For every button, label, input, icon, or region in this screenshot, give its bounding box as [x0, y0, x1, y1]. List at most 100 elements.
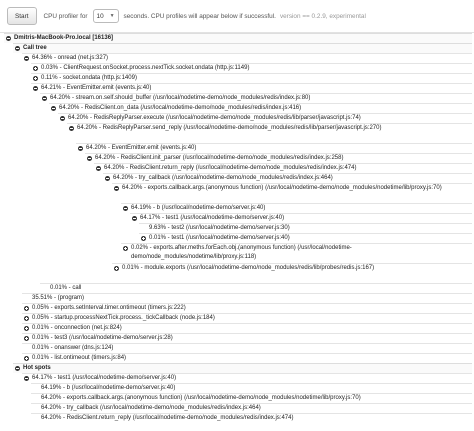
collapse-icon[interactable] — [69, 126, 74, 131]
tree-row-label: 64.20% - exports.callback.args.(anonymou… — [41, 395, 361, 401]
tree-row[interactable]: 0.01% - test1 (/usr/local/nodetime-demo/… — [139, 233, 472, 243]
tree-row[interactable]: 0.01% - test3 (/usr/local/nodetime-demo/… — [22, 333, 472, 343]
collapse-icon[interactable] — [96, 166, 101, 171]
tree-row-label: 64.20% - RedisReplyParser.execute (/usr/… — [68, 115, 361, 121]
profiler-toolbar: Start CPU profiler for 10 ▼ seconds. CPU… — [0, 0, 474, 33]
tree-row: 64.19% - b (/usr/local/nodetime-demo/ser… — [31, 383, 472, 393]
expand-icon[interactable] — [123, 246, 128, 251]
tree-row-label: Call tree — [23, 45, 47, 51]
tree-row[interactable]: 64.20% - RedisClient.on_data (/usr/local… — [49, 103, 472, 113]
tree-row[interactable]: 64.20% - RedisReplyParser.execute (/usr/… — [58, 113, 472, 123]
collapse-icon[interactable] — [15, 366, 20, 371]
tree-row-label: 35.51% - (program) — [32, 295, 85, 301]
tree-row-label: 64.36% - onread (net.js:327) — [32, 55, 109, 61]
tree-row-label: 64.20% - stream.on.self.should_buffer (/… — [50, 95, 311, 101]
collapse-icon[interactable] — [123, 206, 128, 211]
tree-row: 0.01% - onanswer (dns.js:124) — [22, 343, 472, 353]
tree-row[interactable]: 64.20% - RedisClient.return_reply (/usr/… — [94, 163, 472, 173]
tree-row: 9.63% - test2 (/usr/local/nodetime-demo/… — [139, 223, 472, 233]
collapse-icon[interactable] — [42, 96, 47, 101]
tree-row[interactable]: 0.01% - list.ontimeout (timers.js:84) — [22, 353, 472, 363]
expand-icon[interactable] — [24, 306, 29, 311]
duration-select[interactable]: 10 ▼ — [92, 9, 119, 23]
tree-row[interactable]: 64.20% - exports.callback.args.(anonymou… — [112, 183, 472, 203]
tree-row-label: 64.20% - try_callback (/usr/local/nodeti… — [113, 175, 333, 181]
tree-row-label: 0.11% - socket.ondata (http.js:1409) — [41, 75, 137, 81]
tree-row-label: 0.05% - startup.processNextTick.process.… — [32, 315, 215, 321]
collapse-icon[interactable] — [24, 56, 29, 61]
tree-row-label: 64.20% - RedisReplyParser.send_reply (/u… — [77, 125, 382, 131]
collapse-icon[interactable] — [132, 216, 137, 221]
tree-row[interactable]: 64.20% - stream.on.self.should_buffer (/… — [40, 93, 472, 103]
tree-row-label: 64.17% - test1 (/usr/local/nodetime-demo… — [140, 215, 285, 221]
tree-row: 64.20% - RedisClient.return_reply (/usr/… — [31, 413, 472, 423]
tree-row-label: 0.01% - test1 (/usr/local/nodetime-demo/… — [149, 235, 290, 241]
collapse-icon[interactable] — [33, 86, 38, 91]
collapse-icon[interactable] — [6, 36, 11, 41]
tree-section-header[interactable]: Hot spots — [13, 363, 472, 373]
expand-icon[interactable] — [33, 66, 38, 71]
expand-icon[interactable] — [114, 266, 119, 271]
tree-row[interactable]: 64.21% - EventEmitter.emit (events.js:40… — [31, 83, 472, 93]
expand-icon[interactable] — [24, 326, 29, 331]
tree-row[interactable]: 64.20% - RedisReplyParser.send_reply (/u… — [67, 123, 472, 143]
tree-row[interactable]: 0.11% - socket.ondata (http.js:1409) — [31, 73, 472, 83]
chevron-down-icon: ▼ — [109, 13, 115, 19]
tree-row-label: 64.21% - EventEmitter.emit (events.js:40… — [41, 85, 152, 91]
tree-row-label: 0.01% - onanswer (dns.js:124) — [32, 345, 114, 351]
tree-row: 64.20% - try_callback (/usr/local/nodeti… — [31, 403, 472, 413]
tree-row[interactable]: 0.01% - module.exports (/usr/local/nodet… — [112, 263, 472, 283]
tree-row[interactable]: 64.20% - RedisClient.init_parser (/usr/l… — [85, 153, 472, 163]
profile-prefix-label: CPU profiler for — [43, 12, 88, 20]
tree-row-label: 64.20% - exports.callback.args.(anonymou… — [122, 185, 442, 191]
tree-section-header[interactable]: Call tree — [13, 43, 472, 53]
collapse-icon[interactable] — [24, 376, 29, 381]
tree-row-label: 64.20% - RedisClient.return_reply (/usr/… — [41, 415, 294, 421]
expand-icon[interactable] — [33, 76, 38, 81]
tree-row-label: Dmitris-MacBook-Pro.local [16136] — [14, 35, 114, 41]
tree-row-label: 64.20% - EventEmitter.emit (events.js:40… — [86, 145, 197, 151]
collapse-icon[interactable] — [51, 106, 56, 111]
tree-row-label: 64.19% - b (/usr/local/nodetime-demo/ser… — [131, 205, 266, 211]
collapse-icon[interactable] — [60, 116, 65, 121]
start-button[interactable]: Start — [7, 7, 37, 25]
tree-row-label: 0.01% - onconnection (net.js:824) — [32, 325, 122, 331]
tree-row[interactable]: 64.36% - onread (net.js:327) — [22, 53, 472, 63]
tree-row[interactable]: 0.03% - ClientRequest.onSocket.process.n… — [31, 63, 472, 73]
collapse-icon[interactable] — [15, 46, 20, 51]
tree-row: 64.20% - exports.callback.args.(anonymou… — [31, 393, 472, 403]
tree-row-label: 64.20% - RedisClient.init_parser (/usr/l… — [95, 155, 344, 161]
tree-row-label: 9.63% - test2 (/usr/local/nodetime-demo/… — [149, 225, 290, 231]
tree-row[interactable]: 0.02% - exports.after.meths.forEach.obj.… — [121, 243, 472, 263]
tree-row-label: 0.01% - call — [50, 285, 82, 291]
collapse-icon[interactable] — [78, 146, 83, 151]
expand-icon[interactable] — [24, 316, 29, 321]
tree-row[interactable]: 0.05% - startup.processNextTick.process.… — [22, 313, 472, 323]
tree-row: 0.01% - call — [40, 283, 472, 293]
tree-row-label: 0.01% - list.ontimeout (timers.js:84) — [32, 355, 127, 361]
tree-section-header[interactable]: Dmitris-MacBook-Pro.local [16136] — [4, 33, 472, 43]
tree-row[interactable]: 64.20% - try_callback (/usr/local/nodeti… — [103, 173, 472, 183]
tree-row-label: 0.05% - exports.setInterval.timer.ontime… — [32, 305, 186, 311]
collapse-icon[interactable] — [87, 156, 92, 161]
duration-value: 10 — [96, 12, 104, 20]
profile-suffix-label: seconds. CPU profiles will appear below … — [123, 12, 276, 20]
tree-row-label: 64.19% - b (/usr/local/nodetime-demo/ser… — [41, 385, 176, 391]
tree-row[interactable]: 64.17% - test1 (/usr/local/nodetime-demo… — [130, 213, 472, 223]
tree-row-label: 0.03% - ClientRequest.onSocket.process.n… — [41, 65, 250, 71]
collapse-icon[interactable] — [105, 176, 110, 181]
expand-icon[interactable] — [24, 336, 29, 341]
tree-row-label: 64.20% - try_callback (/usr/local/nodeti… — [41, 405, 261, 411]
expand-icon[interactable] — [24, 356, 29, 361]
collapse-icon[interactable] — [114, 186, 119, 191]
tree-row[interactable]: 0.05% - exports.setInterval.timer.ontime… — [22, 303, 472, 313]
tree-row[interactable]: 0.01% - onconnection (net.js:824) — [22, 323, 472, 333]
expand-icon[interactable] — [141, 236, 146, 241]
tree-row-label: 64.17% - test1 (/usr/local/nodetime-demo… — [32, 375, 177, 381]
tree-row[interactable]: 64.19% - b (/usr/local/nodetime-demo/ser… — [121, 203, 472, 213]
tree-row[interactable]: 64.20% - EventEmitter.emit (events.js:40… — [76, 143, 472, 153]
tree-row[interactable]: 64.17% - test1 (/usr/local/nodetime-demo… — [22, 373, 472, 383]
tree-row-label: 64.20% - RedisClient.return_reply (/usr/… — [104, 165, 357, 171]
version-label: version == 0.2.9, experimental — [279, 12, 366, 20]
tree-row-label: 0.01% - test3 (/usr/local/nodetime-demo/… — [32, 335, 173, 341]
